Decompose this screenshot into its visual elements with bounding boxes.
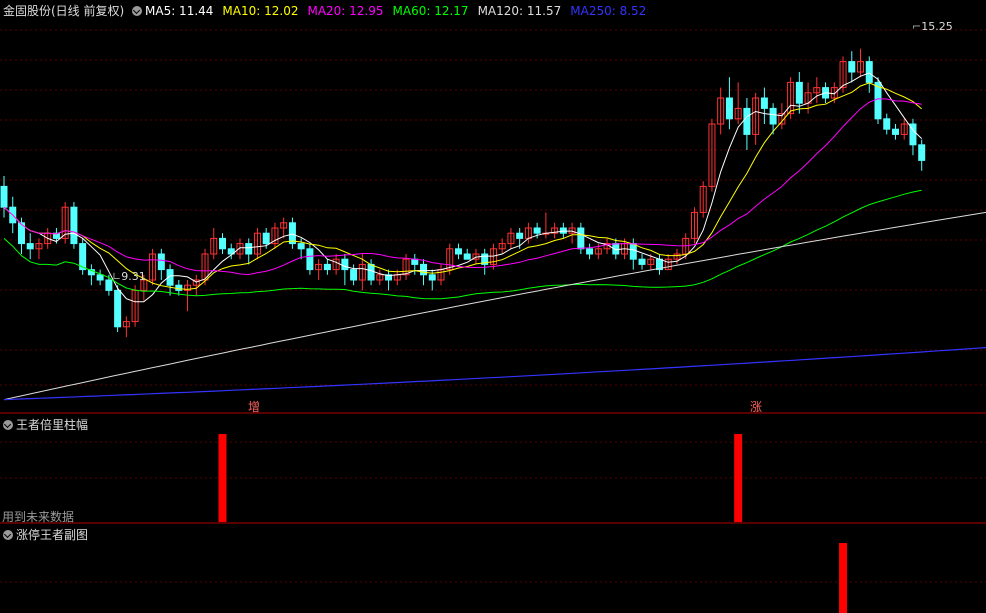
candle-body [760, 97, 768, 109]
low-price-label: ∟9.31 [112, 270, 146, 283]
candle-body [795, 81, 803, 104]
candle-body [175, 284, 183, 291]
grid [0, 29, 986, 583]
candle-body [411, 258, 419, 265]
dropdown-icon[interactable] [3, 530, 13, 540]
candle-body [463, 253, 471, 260]
high-price-label: ⌐15.25 [912, 20, 953, 33]
candle-body [743, 107, 751, 135]
candle-body [883, 118, 891, 130]
candle-body [70, 206, 78, 245]
stock-title: 金固股份(日线 前复权) [3, 4, 125, 18]
candle-body [26, 243, 34, 250]
candle-body [428, 274, 436, 281]
candle-body [420, 263, 428, 276]
ma-legend-item: MA250: 8.52 [570, 4, 647, 18]
candle-body [516, 232, 524, 239]
signal-bar [734, 434, 743, 522]
kline-chart [0, 29, 986, 613]
pane2-footer: 用到未来数据 [2, 510, 75, 524]
candle-body [874, 81, 882, 120]
ma-legend-item: MA60: 12.17 [392, 4, 469, 18]
candle-body [157, 253, 165, 271]
candle-body [918, 144, 926, 161]
ma-legend-item: MA20: 12.95 [307, 4, 384, 18]
chart-root: { "header": { "stock": "金固股份(日线 前复权)", "… [0, 0, 986, 613]
candle-body [367, 263, 375, 281]
ma-legend-item: MA10: 12.02 [222, 4, 299, 18]
candlesticks [0, 48, 926, 338]
candle-body [350, 269, 358, 281]
candle-body [219, 237, 226, 250]
candle-body [629, 243, 637, 260]
candle-body [105, 279, 113, 291]
candle-body [306, 248, 314, 271]
pane3-header: 涨停王者副图 [3, 526, 88, 543]
candle-body [245, 243, 253, 255]
candle-body [96, 274, 104, 281]
ma250-line [3, 347, 986, 401]
candle-body [577, 227, 585, 250]
candle-body [262, 232, 270, 245]
candle-body [0, 185, 8, 208]
candle-body [533, 227, 541, 234]
candle-body [586, 248, 594, 255]
candle-body [891, 128, 899, 135]
candle-body [638, 258, 646, 265]
ma-legend: MA5: 11.44 MA10: 12.02 MA20: 12.95 MA60: 12… [145, 4, 655, 18]
pane2-title: 王者倍里柱幅 [16, 418, 89, 432]
pane3-title: 涨停王者副图 [16, 528, 89, 542]
candle-body [114, 289, 122, 328]
candle-body [297, 243, 305, 250]
moving-average-lines [3, 72, 986, 401]
candle-body [454, 248, 462, 255]
candle-body [323, 263, 331, 271]
candle-body [341, 258, 349, 271]
candle-body [725, 97, 733, 120]
signal-mark-zhang: 涨 [750, 400, 763, 414]
signal-mark-zeng: 增 [248, 400, 261, 414]
dropdown-icon[interactable] [132, 6, 143, 16]
ma20-line [3, 98, 922, 276]
candle-body [865, 61, 873, 83]
candle-body [769, 107, 777, 125]
ma-legend-item: MA5: 11.44 [145, 4, 214, 18]
pane2-header: 王者倍里柱幅 [3, 416, 88, 433]
candle-body [288, 222, 296, 245]
header: 金固股份(日线 前复权) [3, 4, 145, 18]
candle-body [848, 61, 856, 73]
dropdown-icon[interactable] [3, 420, 13, 430]
ma-legend-item: MA120: 11.57 [477, 4, 562, 18]
limit-up-bar [839, 543, 848, 613]
signal-bar [218, 434, 227, 522]
